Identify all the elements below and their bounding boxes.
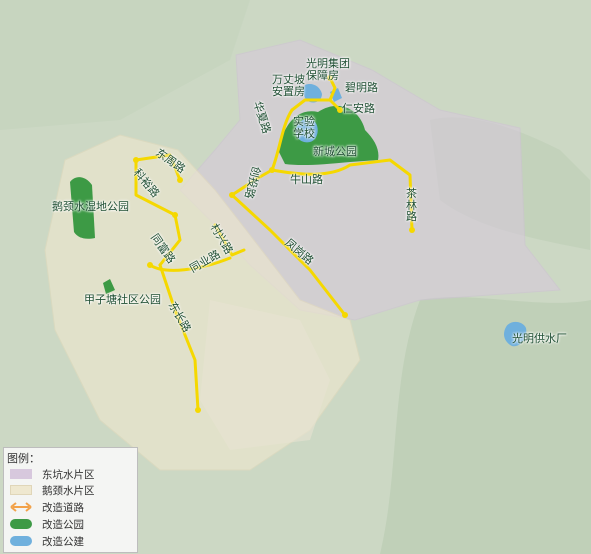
legend-swatch xyxy=(10,519,32,529)
label-niushan: 牛山路 xyxy=(290,173,323,186)
legend-swatch xyxy=(10,469,32,479)
label-renan: 仁安路 xyxy=(342,102,375,115)
legend-item-road: 改造道路 xyxy=(10,500,84,514)
legend-label: 鹅颈水片区 xyxy=(42,484,95,497)
label-wanzhangpo: 万丈坡 安置房 xyxy=(272,73,305,98)
legend-label: 改造道路 xyxy=(42,501,84,514)
label-shiyan-school: 实验 学校 xyxy=(293,115,315,140)
label-hejing-wetland-park: 鹅颈水湿地公园 xyxy=(52,200,129,213)
label-xincheng-park: 新城公园 xyxy=(313,145,357,158)
double-arrow-icon xyxy=(10,502,32,512)
legend-title: 图例： xyxy=(7,453,40,465)
map-legend: 图例： 东坑水片区 鹅颈水片区 改造道路 改造公园 改造公建 xyxy=(3,447,138,553)
legend-label: 改造公建 xyxy=(42,535,84,548)
legend-item-building: 改造公建 xyxy=(10,534,84,548)
label-water-plant: 光明供水厂 xyxy=(512,332,567,345)
label-guangming-group: 光明集团 保障房 xyxy=(306,57,350,82)
legend-item-park: 改造公园 xyxy=(10,517,84,531)
legend-item-hejing: 鹅颈水片区 xyxy=(10,483,95,497)
label-jiazitang-park: 甲子塘社区公园 xyxy=(84,293,161,306)
label-biming: 碧明路 xyxy=(345,81,378,94)
label-chalin: 茶林路 xyxy=(406,187,417,224)
legend-item-dongkeng: 东坑水片区 xyxy=(10,467,95,481)
project-map: 万丈坡 安置房 光明集团 保障房 碧明路 仁安路 华夏路 实验 学校 新城公园 牛山路… xyxy=(0,0,591,554)
legend-label: 东坑水片区 xyxy=(42,468,95,481)
legend-swatch xyxy=(10,485,32,495)
legend-label: 改造公园 xyxy=(42,518,84,531)
legend-swatch xyxy=(10,536,32,546)
